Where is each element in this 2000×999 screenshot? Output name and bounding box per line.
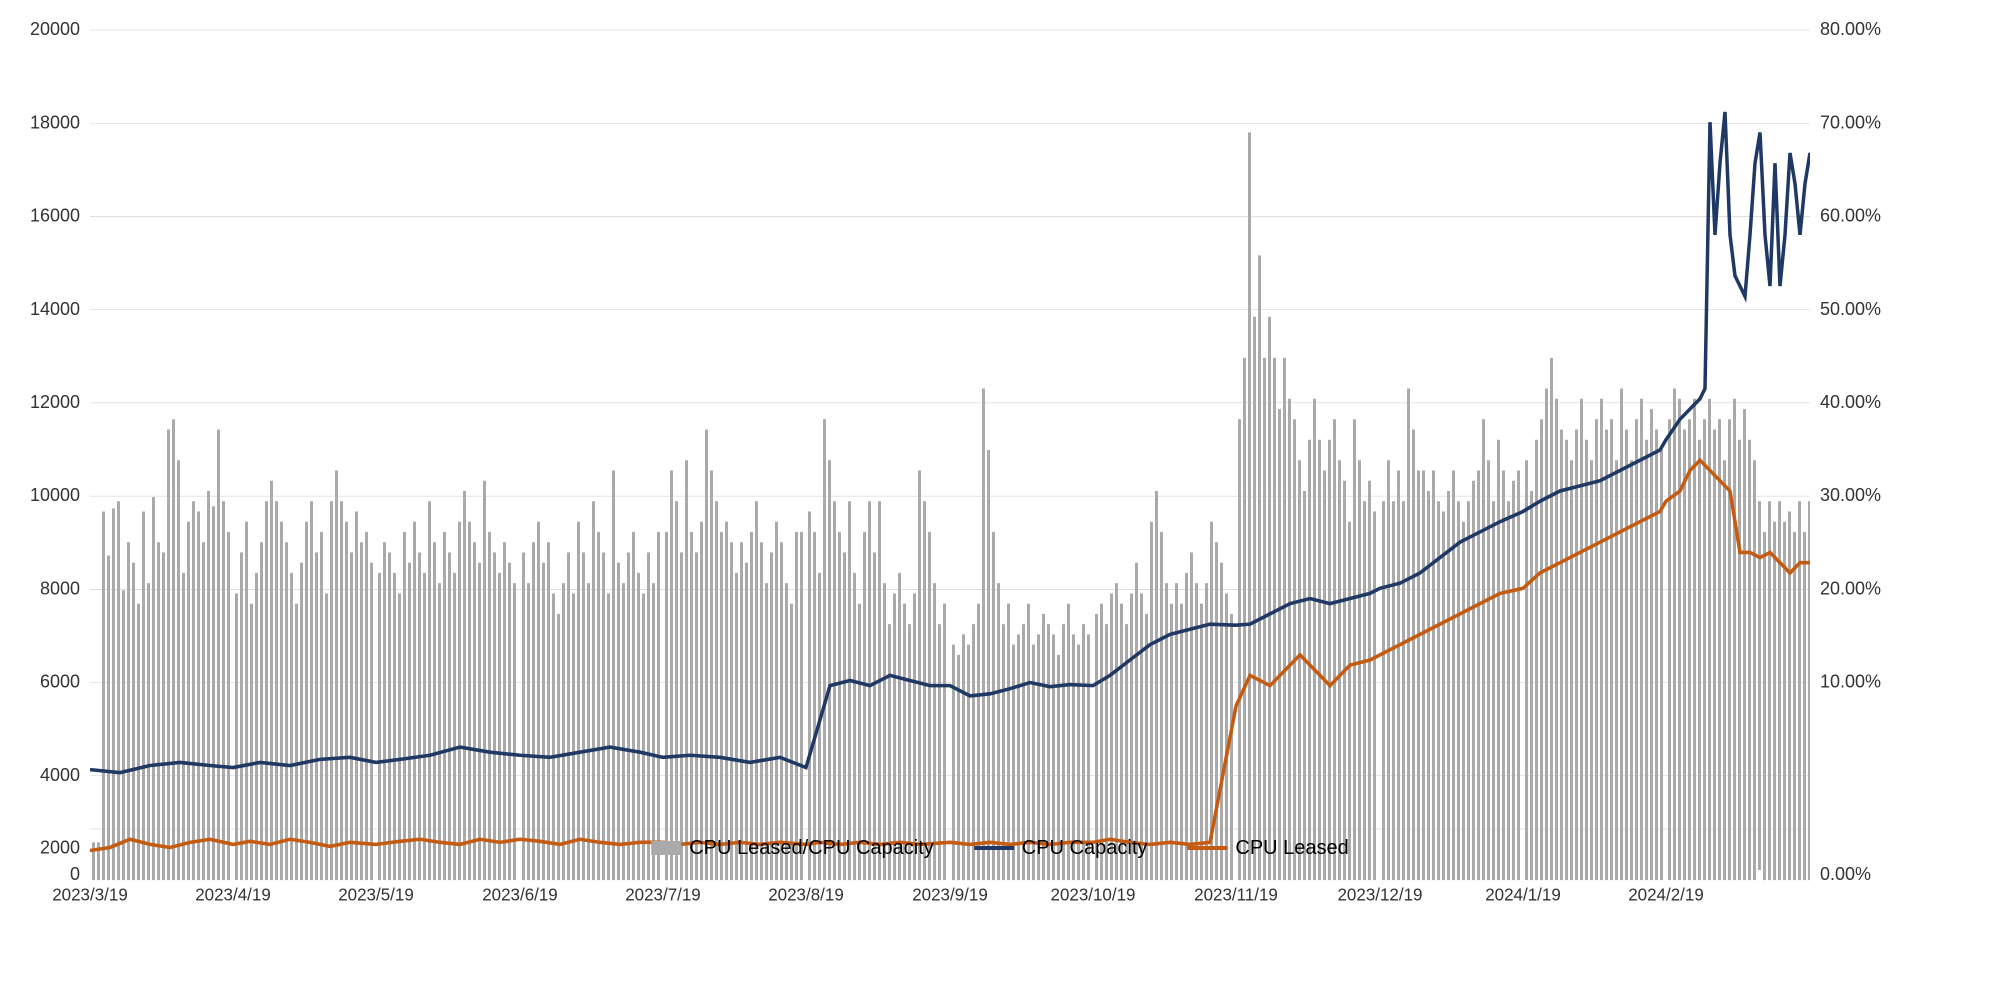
- svg-text:2023/8/19: 2023/8/19: [768, 884, 844, 904]
- svg-text:2023/11/19: 2023/11/19: [1194, 884, 1278, 904]
- legend-orange-line-icon: [1187, 846, 1227, 850]
- svg-text:40.00%: 40.00%: [1820, 391, 1881, 411]
- legend-leased-label: CPU Leased: [1235, 837, 1348, 860]
- legend-item-leased: CPU Leased: [1187, 837, 1348, 860]
- svg-text:10.00%: 10.00%: [1820, 671, 1881, 691]
- legend-item-capacity: CPU Capacity: [974, 837, 1148, 860]
- svg-text:16000: 16000: [30, 205, 80, 225]
- svg-text:30.00%: 30.00%: [1820, 485, 1881, 505]
- svg-text:60.00%: 60.00%: [1820, 205, 1881, 225]
- svg-text:2023/3/19: 2023/3/19: [52, 884, 128, 904]
- svg-text:0.00%: 0.00%: [1820, 864, 1871, 884]
- legend-capacity-label: CPU Capacity: [1022, 837, 1148, 860]
- svg-text:0: 0: [70, 864, 80, 884]
- svg-text:2024/1/19: 2024/1/19: [1485, 884, 1561, 904]
- svg-text:2023/6/19: 2023/6/19: [482, 884, 558, 904]
- svg-text:8000: 8000: [40, 578, 80, 598]
- svg-text:14000: 14000: [30, 298, 80, 318]
- svg-text:2023/7/19: 2023/7/19: [625, 884, 701, 904]
- svg-text:20.00%: 20.00%: [1820, 578, 1881, 598]
- chart-area: 20000 18000 16000 14000 12000 10000 8000…: [90, 30, 1910, 870]
- svg-text:2023/5/19: 2023/5/19: [338, 884, 414, 904]
- svg-text:2024/2/19: 2024/2/19: [1628, 884, 1704, 904]
- svg-text:20000: 20000: [30, 18, 80, 38]
- bar-series: // This won't run here in SVG context, b…: [92, 132, 1811, 880]
- svg-text:2023/9/19: 2023/9/19: [912, 884, 988, 904]
- svg-text:2000: 2000: [40, 837, 80, 857]
- svg-text:70.00%: 70.00%: [1820, 112, 1881, 132]
- legend-blue-line-icon: [974, 846, 1014, 850]
- svg-text:6000: 6000: [40, 671, 80, 691]
- svg-text:50.00%: 50.00%: [1820, 298, 1881, 318]
- svg-text:12000: 12000: [30, 391, 80, 411]
- svg-text:2023/4/19: 2023/4/19: [195, 884, 271, 904]
- legend-bar-icon: [651, 841, 681, 855]
- svg-text:2023/10/19: 2023/10/19: [1051, 884, 1136, 904]
- chart-legend: CPU Leased/CPU Capacity CPU Capacity CPU…: [651, 837, 1349, 860]
- legend-item-bars: CPU Leased/CPU Capacity: [651, 837, 934, 860]
- svg-text:18000: 18000: [30, 112, 80, 132]
- chart-container: 20000 18000 16000 14000 12000 10000 8000…: [10, 10, 1990, 990]
- svg-text:4000: 4000: [40, 764, 80, 784]
- svg-text:2023/12/19: 2023/12/19: [1338, 884, 1423, 904]
- svg-text:10000: 10000: [30, 485, 80, 505]
- svg-text:80.00%: 80.00%: [1820, 18, 1881, 38]
- main-chart-svg: 20000 18000 16000 14000 12000 10000 8000…: [90, 30, 1910, 870]
- legend-bars-label: CPU Leased/CPU Capacity: [689, 837, 934, 860]
